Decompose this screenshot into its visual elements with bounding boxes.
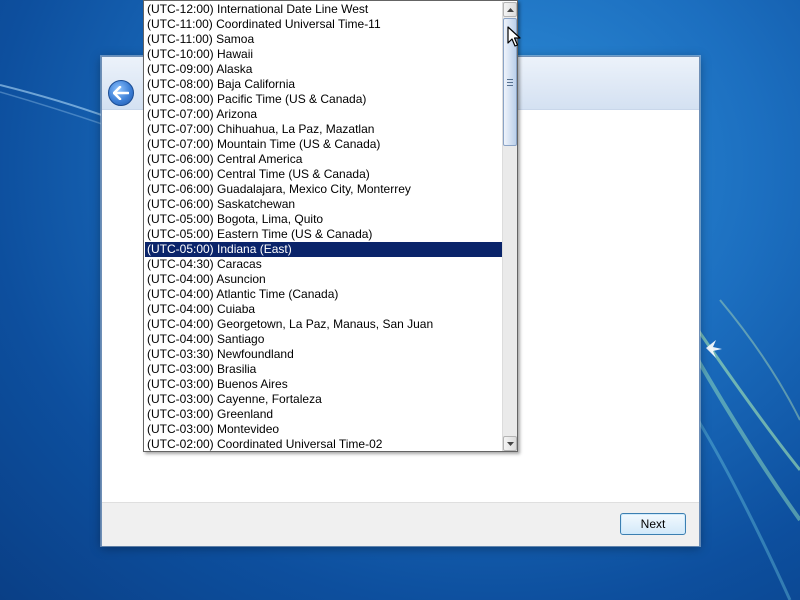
time-zone-option[interactable]: (UTC-06:00) Guadalajara, Mexico City, Mo…: [145, 182, 502, 197]
time-zone-option[interactable]: (UTC-04:30) Caracas: [145, 257, 502, 272]
arrow-down-icon: [506, 441, 514, 446]
time-zone-option[interactable]: (UTC-09:00) Alaska: [145, 62, 502, 77]
time-zone-option[interactable]: (UTC-06:00) Central America: [145, 152, 502, 167]
time-zone-option[interactable]: (UTC-04:00) Cuiaba: [145, 302, 502, 317]
time-zone-option[interactable]: (UTC-07:00) Arizona: [145, 107, 502, 122]
time-zone-option[interactable]: (UTC-06:00) Saskatchewan: [145, 197, 502, 212]
time-zone-option[interactable]: (UTC-04:00) Asuncion: [145, 272, 502, 287]
time-zone-option[interactable]: (UTC-06:00) Central Time (US & Canada): [145, 167, 502, 182]
time-zone-option[interactable]: (UTC-03:00) Buenos Aires: [145, 377, 502, 392]
time-zone-option[interactable]: (UTC-07:00) Mountain Time (US & Canada): [145, 137, 502, 152]
grip-icon: [507, 78, 513, 86]
time-zone-option[interactable]: (UTC-05:00) Eastern Time (US & Canada): [145, 227, 502, 242]
time-zone-dropdown-list[interactable]: (UTC-12:00) International Date Line West…: [143, 0, 518, 452]
time-zone-option[interactable]: (UTC-11:00) Coordinated Universal Time-1…: [145, 17, 502, 32]
arrow-up-icon: [506, 7, 514, 12]
time-zone-option[interactable]: (UTC-08:00) Baja California: [145, 77, 502, 92]
back-button[interactable]: [108, 80, 134, 106]
time-zone-option[interactable]: (UTC-05:00) Indiana (East): [145, 242, 502, 257]
time-zone-option[interactable]: (UTC-11:00) Samoa: [145, 32, 502, 47]
scroll-down-button[interactable]: [503, 436, 517, 451]
time-zone-option[interactable]: (UTC-08:00) Pacific Time (US & Canada): [145, 92, 502, 107]
time-zone-option[interactable]: (UTC-02:00) Coordinated Universal Time-0…: [145, 437, 502, 452]
time-zone-option[interactable]: (UTC-03:00) Cayenne, Fortaleza: [145, 392, 502, 407]
time-zone-option[interactable]: (UTC-03:00) Montevideo: [145, 422, 502, 437]
wizard-footer: Next: [102, 502, 699, 546]
time-zone-option[interactable]: (UTC-03:30) Newfoundland: [145, 347, 502, 362]
time-zone-options: (UTC-12:00) International Date Line West…: [145, 2, 502, 452]
back-arrow-icon: [113, 86, 129, 100]
time-zone-option[interactable]: (UTC-07:00) Chihuahua, La Paz, Mazatlan: [145, 122, 502, 137]
mouse-cursor-icon: [507, 26, 521, 47]
next-button[interactable]: Next: [620, 513, 686, 535]
scroll-up-button[interactable]: [503, 2, 517, 17]
time-zone-option[interactable]: (UTC-03:00) Brasilia: [145, 362, 502, 377]
vertical-scrollbar[interactable]: [502, 2, 517, 451]
time-zone-option[interactable]: (UTC-04:00) Georgetown, La Paz, Manaus, …: [145, 317, 502, 332]
time-zone-option[interactable]: (UTC-12:00) International Date Line West: [145, 2, 502, 17]
time-zone-option[interactable]: (UTC-04:00) Atlantic Time (Canada): [145, 287, 502, 302]
time-zone-option[interactable]: (UTC-05:00) Bogota, Lima, Quito: [145, 212, 502, 227]
time-zone-option[interactable]: (UTC-03:00) Greenland: [145, 407, 502, 422]
time-zone-option[interactable]: (UTC-04:00) Santiago: [145, 332, 502, 347]
time-zone-option[interactable]: (UTC-10:00) Hawaii: [145, 47, 502, 62]
